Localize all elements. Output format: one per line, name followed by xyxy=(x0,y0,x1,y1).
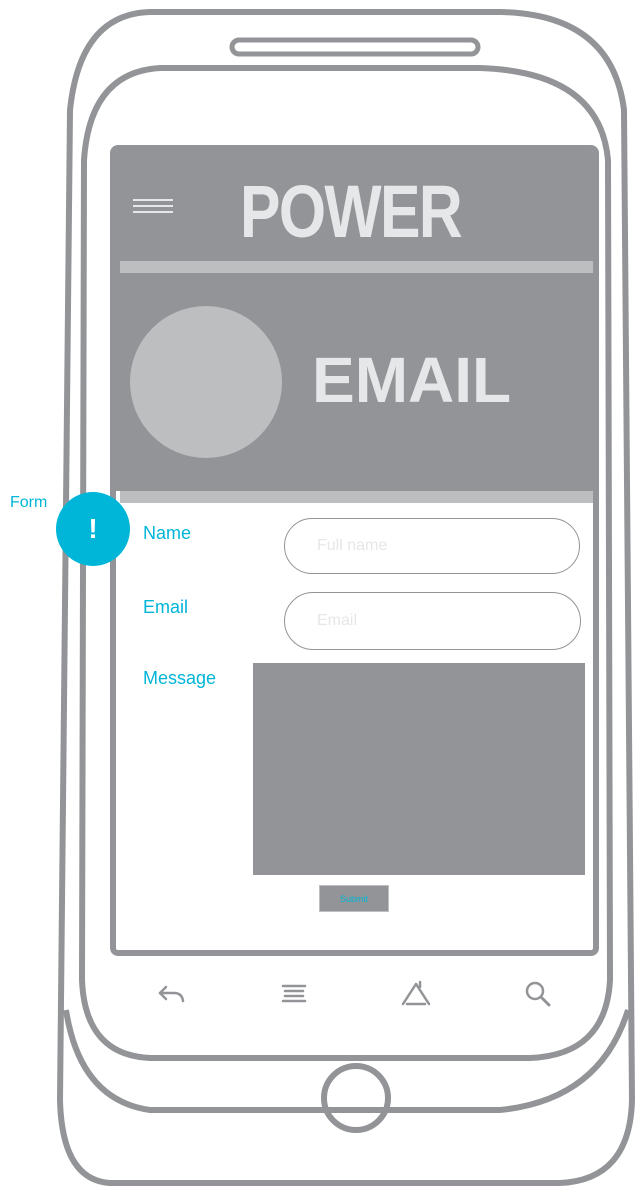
email-label: Email xyxy=(143,597,189,617)
name-input[interactable] xyxy=(284,518,580,574)
app-header: POWER EMAIL xyxy=(116,151,593,491)
hamburger-menu-icon[interactable] xyxy=(133,199,173,213)
page-title: EMAIL xyxy=(312,344,512,416)
annotation-label: Form xyxy=(10,494,48,511)
name-label: Name xyxy=(143,523,192,543)
back-icon[interactable] xyxy=(156,978,188,1010)
avatar xyxy=(130,306,282,458)
message-textarea[interactable] xyxy=(253,663,585,875)
app-title: POWER xyxy=(240,170,463,253)
message-label: Message xyxy=(143,668,217,688)
email-input[interactable] xyxy=(284,592,581,650)
annotation-badge: ! xyxy=(56,492,130,566)
search-icon[interactable] xyxy=(522,978,554,1010)
home-icon[interactable] xyxy=(400,978,432,1010)
phone-screen: POWER EMAIL Name Email Message Submit xyxy=(110,145,599,956)
header-divider xyxy=(120,261,593,273)
menu-icon[interactable] xyxy=(278,978,310,1010)
submit-button[interactable]: Submit xyxy=(319,885,389,912)
form-divider xyxy=(120,491,593,503)
